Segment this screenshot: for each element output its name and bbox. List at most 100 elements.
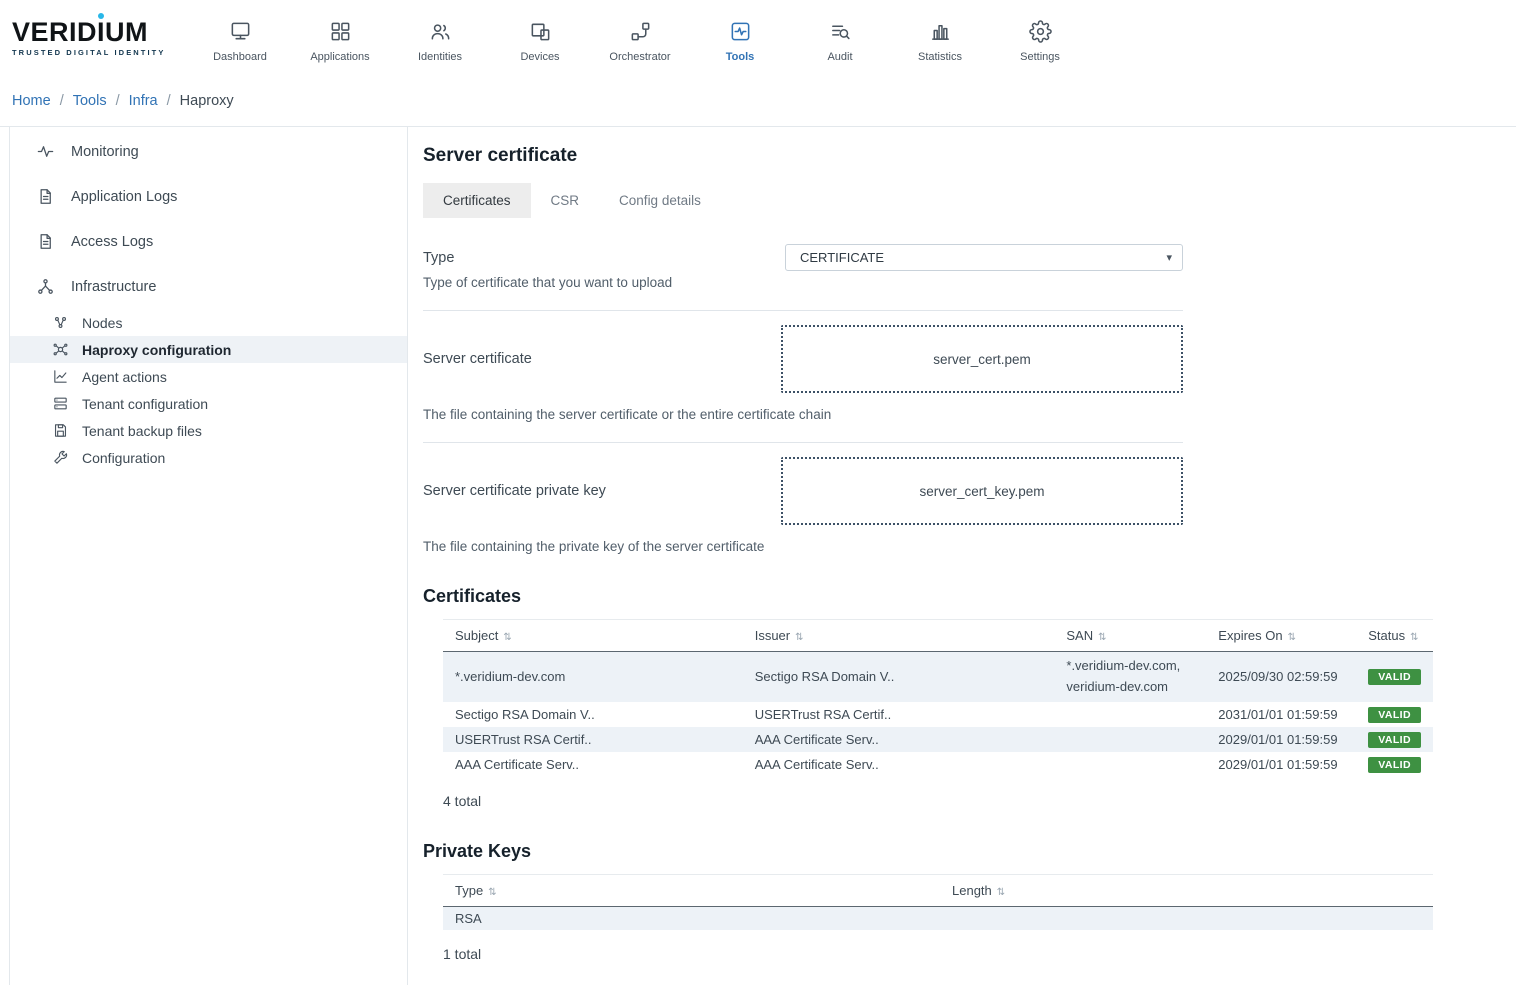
sidebar-item-label: Agent actions — [82, 369, 167, 385]
tab-config-details[interactable]: Config details — [599, 183, 721, 218]
sidebar-item-label: Application Logs — [71, 189, 177, 205]
tabs: CertificatesCSRConfig details — [423, 183, 1516, 218]
cell-san: *.veridium-dev.com, veridium-dev.com — [1054, 652, 1206, 702]
sidebar-item-monitoring[interactable]: Monitoring — [10, 129, 407, 174]
brand-logo[interactable]: VERIDIUM TRUSTED DIGITAL IDENTITY — [12, 19, 190, 57]
nav-item-label: Audit — [827, 51, 852, 63]
nav-item-settings[interactable]: Settings — [990, 14, 1090, 63]
nodes-icon — [52, 314, 69, 331]
cell-issuer: AAA Certificate Serv.. — [743, 752, 1055, 777]
status-badge: VALID — [1368, 732, 1421, 748]
private-key-dropzone[interactable]: server_cert_key.pem — [781, 457, 1183, 525]
nav-item-label: Settings — [1020, 51, 1060, 63]
column-header-label: Type — [455, 883, 483, 898]
sidebar-item-haproxy-configuration[interactable]: Haproxy configuration — [10, 336, 407, 363]
sidebar-item-tenant-backup-files[interactable]: Tenant backup files — [10, 417, 407, 444]
status-badge: VALID — [1368, 669, 1421, 685]
certificates-table: Subject⇅Issuer⇅SAN⇅Expires On⇅Status⇅ *.… — [443, 619, 1433, 777]
certificate-row: *.veridium-dev.comSectigo RSA Domain V..… — [443, 652, 1433, 702]
devices-icon — [529, 20, 552, 43]
tab-certificates[interactable]: Certificates — [423, 183, 531, 218]
tab-csr[interactable]: CSR — [531, 183, 600, 218]
cell-issuer: USERTrust RSA Certif.. — [743, 702, 1055, 727]
sidebar-item-configuration[interactable]: Configuration — [10, 444, 407, 471]
sidebar-item-tenant-configuration[interactable]: Tenant configuration — [10, 390, 407, 417]
cell-length — [940, 906, 1433, 930]
nav-item-label: Orchestrator — [609, 51, 670, 63]
logo-dot-icon: I — [97, 19, 105, 46]
nav-item-devices[interactable]: Devices — [490, 14, 590, 63]
breadcrumb-separator: / — [60, 93, 64, 109]
haproxy-icon — [52, 341, 69, 358]
column-header-subject[interactable]: Subject⇅ — [443, 620, 743, 652]
breadcrumb-item-tools[interactable]: Tools — [73, 93, 107, 109]
breadcrumb-separator: / — [116, 93, 120, 109]
sidebar-item-label: Nodes — [82, 315, 122, 331]
breadcrumb: Home/Tools/Infra/Haproxy — [0, 76, 1516, 126]
cell-expires-on: 2031/01/01 01:59:59 — [1206, 702, 1356, 727]
private-key-row: Server certificate private key server_ce… — [423, 457, 1183, 525]
column-header-expires-on[interactable]: Expires On ⇅ — [1206, 620, 1356, 652]
sort-icon: ⇅ — [1288, 632, 1296, 643]
cell-expires-on: 2029/01/01 01:59:59 — [1206, 752, 1356, 777]
sidebar-item-label: Monitoring — [71, 144, 139, 160]
nav-item-label: Tools — [726, 51, 755, 63]
column-header-label: Expires On — [1218, 628, 1282, 643]
server-certificate-dropzone[interactable]: server_cert.pem — [781, 325, 1183, 393]
nav-item-audit[interactable]: Audit — [790, 14, 890, 63]
sidebar: Monitoring Application Logs Access Logs Inf… — [9, 127, 408, 985]
tenant-backup-icon — [52, 422, 69, 439]
sidebar-item-application-logs[interactable]: Application Logs — [10, 174, 407, 219]
nav-item-identities[interactable]: Identities — [390, 14, 490, 63]
sidebar-item-access-logs[interactable]: Access Logs — [10, 219, 407, 264]
private-keys-total: 1 total — [443, 946, 1516, 962]
nav-item-tools[interactable]: Tools — [690, 14, 790, 63]
sidebar-item-label: Access Logs — [71, 234, 153, 250]
sort-icon: ⇅ — [1410, 632, 1418, 643]
certificate-type-select[interactable]: CERTIFICATE ▾ — [785, 244, 1183, 271]
main-content: Server certificate CertificatesCSRConfig… — [408, 127, 1516, 985]
private-key-row: RSA — [443, 906, 1433, 930]
column-header-type[interactable]: Type⇅ — [443, 874, 940, 906]
infrastructure-icon — [36, 277, 55, 296]
cell-status: VALID — [1356, 702, 1433, 727]
column-header-length[interactable]: Length⇅ — [940, 874, 1433, 906]
nav-item-statistics[interactable]: Statistics — [890, 14, 990, 63]
nav-item-dashboard[interactable]: Dashboard — [190, 14, 290, 63]
cell-san — [1054, 727, 1206, 752]
sidebar-item-label: Tenant backup files — [82, 423, 202, 439]
nav-item-label: Identities — [418, 51, 462, 63]
column-header-status[interactable]: Status⇅ — [1356, 620, 1433, 652]
certificates-table-header: Subject⇅Issuer⇅SAN⇅Expires On⇅Status⇅ — [443, 620, 1433, 652]
server-certificate-label: Server certificate — [423, 351, 532, 367]
sidebar-item-infrastructure[interactable]: Infrastructure — [10, 264, 407, 309]
monitoring-icon — [36, 142, 55, 161]
application-logs-icon — [36, 187, 55, 206]
sort-icon: ⇅ — [795, 632, 803, 643]
chevron-down-icon: ▾ — [1166, 251, 1172, 264]
top-nav: VERIDIUM TRUSTED DIGITAL IDENTITY Dashbo… — [0, 0, 1516, 76]
column-header-issuer[interactable]: Issuer⇅ — [743, 620, 1055, 652]
private-keys-table-body: RSA — [443, 906, 1433, 930]
nav-item-label: Applications — [310, 51, 369, 63]
breadcrumb-item-haproxy: Haproxy — [180, 93, 234, 109]
column-header-san[interactable]: SAN⇅ — [1054, 620, 1206, 652]
private-keys-table: Type⇅Length⇅ RSA — [443, 874, 1433, 930]
cell-type: RSA — [443, 906, 940, 930]
nav-item-applications[interactable]: Applications — [290, 14, 390, 63]
tools-icon — [729, 20, 752, 43]
breadcrumb-item-infra[interactable]: Infra — [129, 93, 158, 109]
sort-icon: ⇅ — [503, 632, 511, 643]
cell-expires-on: 2029/01/01 01:59:59 — [1206, 727, 1356, 752]
certificate-form: Type Type of certificate that you want t… — [423, 244, 1183, 554]
sidebar-item-agent-actions[interactable]: Agent actions — [10, 363, 407, 390]
cell-subject: USERTrust RSA Certif.. — [443, 727, 743, 752]
cell-issuer: AAA Certificate Serv.. — [743, 727, 1055, 752]
certificates-table-body: *.veridium-dev.comSectigo RSA Domain V..… — [443, 652, 1433, 777]
agent-actions-icon — [52, 368, 69, 385]
sidebar-item-nodes[interactable]: Nodes — [10, 309, 407, 336]
nav-item-orchestrator[interactable]: Orchestrator — [590, 14, 690, 63]
sidebar-item-label: Haproxy configuration — [82, 342, 231, 358]
certificates-section-title: Certificates — [423, 586, 1516, 607]
breadcrumb-item-home[interactable]: Home — [12, 93, 51, 109]
